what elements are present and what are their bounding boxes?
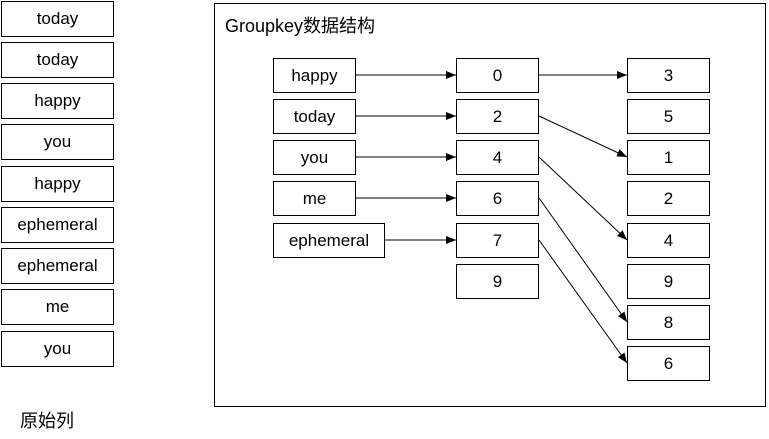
offset-index-arrow — [538, 115, 628, 158]
offset-index-arrow — [538, 197, 628, 323]
offset-index-arrow — [538, 156, 628, 241]
offset-index-arrow — [538, 239, 628, 364]
link-arrows — [356, 71, 628, 364]
